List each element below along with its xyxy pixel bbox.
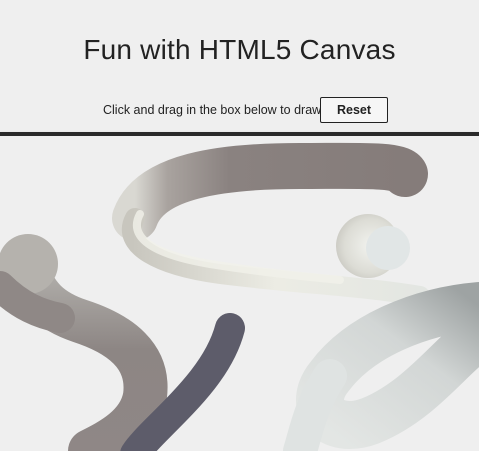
- stroke-upper-band: [112, 142, 428, 241]
- toolbar: Click and drag in the box below to draw!…: [0, 97, 479, 125]
- drawing-canvas[interactable]: [0, 136, 479, 451]
- drawing-surface[interactable]: [0, 136, 479, 451]
- stroke-right-swirl: [296, 282, 479, 449]
- page-title: Fun with HTML5 Canvas: [83, 34, 396, 65]
- stroke-left-loop: [3, 244, 168, 451]
- reset-button[interactable]: Reset: [320, 97, 388, 123]
- page-header: Fun with HTML5 Canvas Click and drag in …: [0, 0, 479, 132]
- instruction-text: Click and drag in the box below to draw!: [103, 103, 325, 117]
- stroke-ball-inner: [366, 226, 410, 270]
